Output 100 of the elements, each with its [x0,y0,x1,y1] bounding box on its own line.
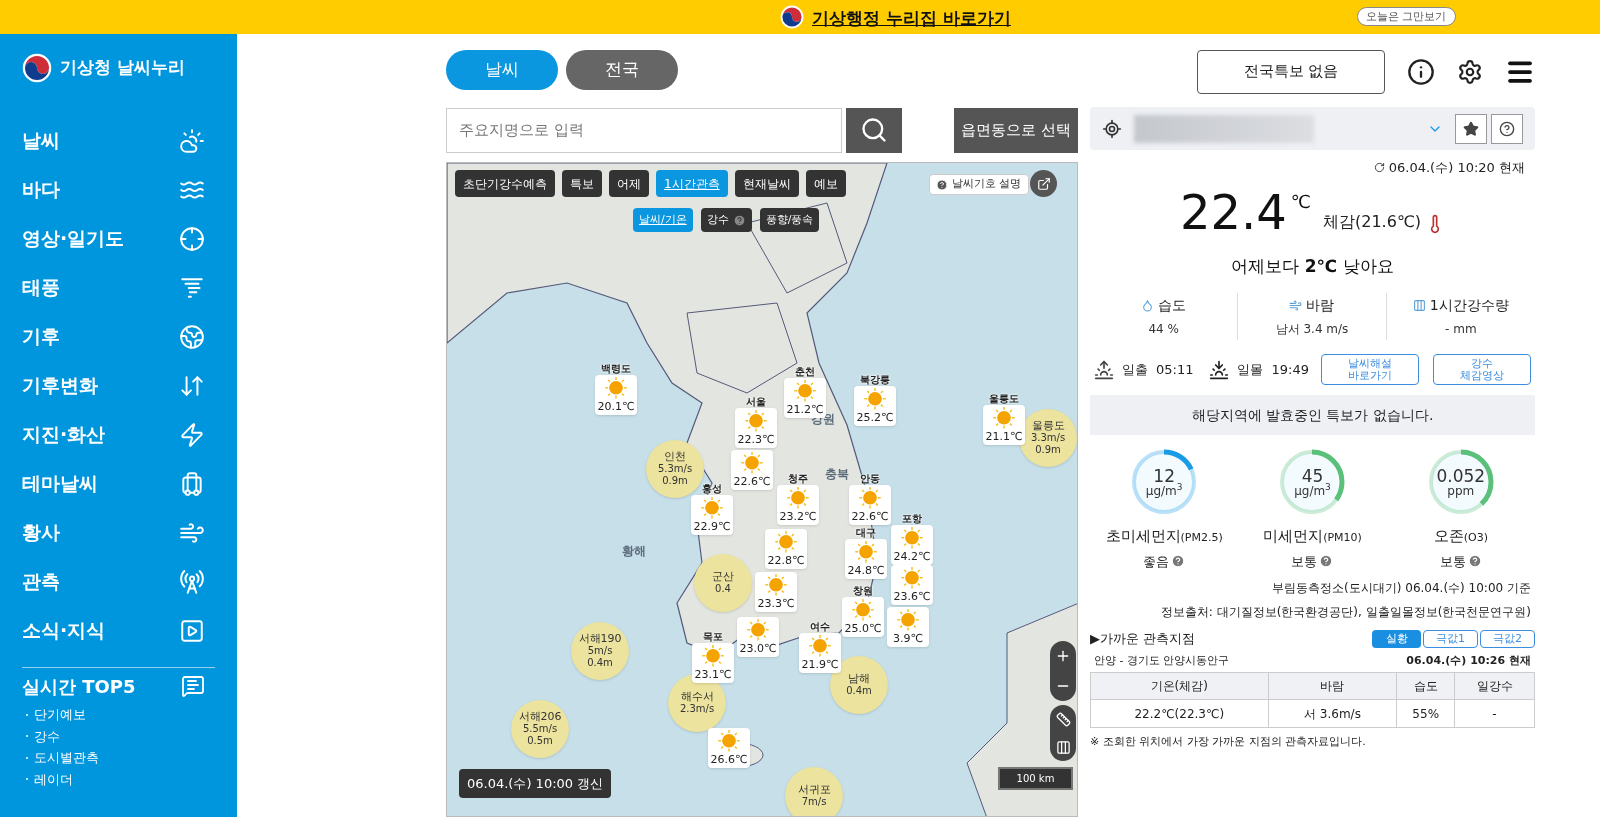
nearby-tab[interactable]: 극값1 [1423,629,1478,648]
nearby-tab[interactable]: 실황 [1372,629,1421,648]
sun-icon [718,730,740,752]
external-link-button[interactable] [1030,170,1057,197]
link-button[interactable]: 강수 체감영상 [1433,354,1531,385]
gauge-unit: μg/m$^{3}$ [1294,484,1331,497]
map-layer-tab[interactable]: 초단기강수예측 [455,170,555,197]
station-card[interactable]: 23.3℃ [755,572,797,612]
station-card[interactable]: 25.0℃ [842,597,884,637]
help-icon[interactable] [1319,554,1334,569]
update-time: 06.04.(수) 10:00 갱신 [459,769,612,798]
station-card[interactable]: 21.9℃ [799,633,841,673]
station-temp: 25.0℃ [844,620,882,637]
station-temp: 23.2℃ [779,508,817,525]
columns-icon[interactable] [1055,739,1071,755]
warning-status-button[interactable]: 전국특보 없음 [1197,49,1385,94]
search-icon [860,116,888,144]
station-card[interactable]: 23.2℃ [777,485,819,525]
gauge-value: 45 [1301,467,1324,485]
station-card[interactable]: 22.9℃ [691,495,733,535]
station-card[interactable]: 26.6℃ [708,728,750,768]
help-button[interactable] [1491,113,1523,144]
wind-speed: 5m/s [587,645,613,657]
weather-map[interactable] [446,162,1078,817]
station-card[interactable]: 24.2℃ [891,525,933,565]
link-button[interactable]: 날씨해설 바로가기 [1321,354,1419,385]
station-temp: 22.6℃ [851,508,889,525]
ruler-icon[interactable] [1055,711,1071,727]
station-name: 포항 [901,512,923,526]
station-name: 청주 [787,472,809,486]
search-button[interactable] [846,107,902,153]
station-card[interactable]: 23.6℃ [891,565,933,605]
refresh-icon[interactable] [1373,162,1385,174]
station-card[interactable]: 22.6℃ [849,485,891,525]
favorite-button[interactable] [1455,113,1487,144]
zoom-control[interactable] [1050,641,1076,701]
feels-like: 체감(21.6℃) [1323,210,1422,233]
station-temp: 23.6℃ [893,588,931,605]
station-temp: 20.1℃ [597,398,635,415]
pollutant-code: (O3) [1463,531,1488,546]
sunrise-icon [1094,359,1114,380]
sunset-label: 일몰 [1237,360,1264,379]
station-card[interactable]: 20.1℃ [595,375,637,415]
grade-text: 보통 [1291,552,1318,571]
region-label: 충북 [825,466,849,483]
station-card[interactable]: 22.6℃ [731,450,773,490]
stat-value: - mm [1445,321,1477,338]
station-card[interactable]: 22.8℃ [765,529,807,569]
search-field[interactable]: 주요지명으로 입력 [446,107,842,153]
buoy-marker[interactable]: 서해206 5.5m/s 0.5m [511,700,569,758]
settings-icon[interactable] [1457,58,1483,85]
buoy-name: 남해 [848,673,870,685]
wind-speed: 7m/s [801,796,827,808]
locate-icon[interactable] [1102,118,1122,139]
alert-bar: 해당지역에 발효중인 특보가 없습니다. [1090,395,1535,435]
stat-label: 1시간강수량 [1429,296,1509,315]
map-sub-tab[interactable]: 풍향/풍속 [759,208,820,232]
region-select-button[interactable]: 읍면동으로 선택 [954,107,1078,153]
help-icon[interactable] [1467,554,1482,569]
grade-text: 보통 [1439,552,1466,571]
main-tab[interactable]: 전국 [566,50,678,90]
legend-button[interactable]: 날씨기호 설명 [929,174,1029,195]
lightning-icon [179,421,205,448]
wave-height: 0.4m [846,685,872,697]
map-sub-tab[interactable]: 강수 [700,208,752,232]
station-card[interactable]: 25.2℃ [854,386,896,426]
station-card[interactable]: 3.9℃ [887,607,929,647]
dismiss-button[interactable]: 오늘은 그만보기 [1357,7,1456,26]
sun-icon [859,487,881,509]
buoy-marker[interactable]: 서해190 5m/s 0.4m [571,622,629,680]
gauge-value: 0.052 [1436,467,1486,485]
droplet-icon [1141,299,1155,312]
nearby-tab[interactable]: 극값2 [1480,629,1535,648]
zoom-in-icon[interactable] [1055,648,1071,664]
station-card[interactable]: 23.1℃ [692,643,734,683]
station-temp: 26.6℃ [710,751,748,768]
banner-link[interactable]: 기상행정 누리집 바로가기 [812,6,1011,32]
station-card[interactable]: 21.2℃ [784,378,826,418]
sun-icon [901,527,923,549]
station-card[interactable]: 21.1℃ [983,405,1025,445]
map-layer-tab[interactable]: 어제 [609,170,649,197]
buoy-marker[interactable]: 서귀포 7m/s [785,767,843,816]
table-cell: 서 3.6m/s [1268,699,1397,728]
wave-height: 0.9m [662,475,688,487]
station-temp: 24.8℃ [847,562,885,579]
station-card[interactable]: 24.8℃ [845,539,887,579]
help-icon[interactable] [1171,554,1186,569]
gauge-unit: μg/m$^{3}$ [1145,484,1183,497]
luggage-icon [179,470,205,497]
sun-icon [701,497,723,519]
station-card[interactable]: 22.3℃ [735,408,777,448]
top5-title: 실시간 TOP5 [22,674,136,699]
info-icon[interactable] [1407,57,1435,86]
map-layer-tab[interactable]: 예보 [805,170,846,197]
buoy-name: 서귀포 [797,784,831,796]
station-card[interactable]: 23.0℃ [737,617,779,657]
sunrise-label: 일출 [1122,360,1148,379]
map-layer-tab[interactable]: 특보 [562,170,602,197]
tool-control[interactable] [1050,705,1076,761]
map-layer-tab[interactable]: 현재날씨 [734,170,799,197]
